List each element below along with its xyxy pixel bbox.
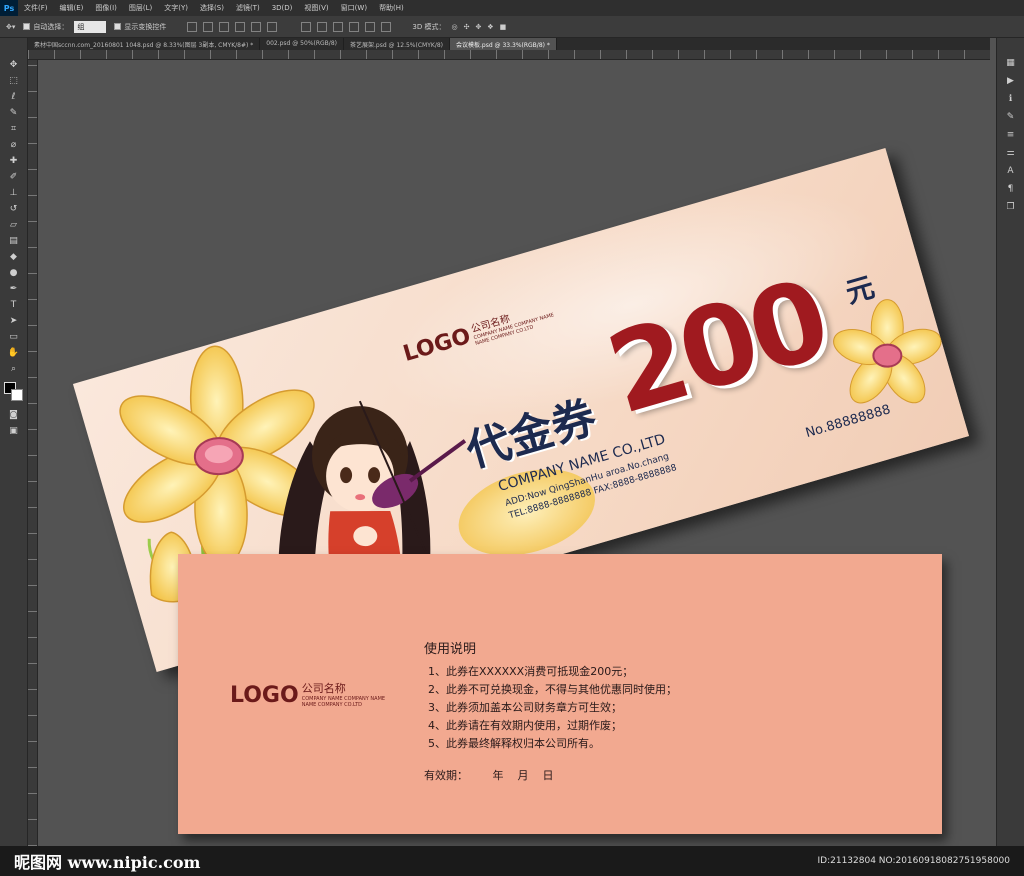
back-logo: LOGO [230, 683, 299, 708]
path-select-tool-icon[interactable]: ➤ [7, 314, 21, 328]
gradient-tool-icon[interactable]: ▤ [7, 234, 21, 248]
show-transform-checkbox[interactable] [114, 23, 122, 30]
menu-image[interactable]: 图像(I) [89, 3, 123, 13]
tab-document-2[interactable]: 002.psd @ 50%(RGB/8) [260, 38, 344, 50]
auto-select-dropdown[interactable]: 组 [74, 20, 107, 33]
align-right-icon[interactable] [267, 21, 278, 32]
info-panel-icon[interactable]: ℹ [1004, 92, 1018, 106]
rule-item-4: 4、此券请在有效期内使用，过期作废； [428, 719, 622, 732]
options-bar: ✥▾ 自动选择： 组 显示变换控件 3D 模式： ◎✣✥❖■ [0, 16, 1024, 38]
menu-help[interactable]: 帮助(H) [373, 3, 410, 13]
align-left-icon[interactable] [235, 21, 246, 32]
history-panel-icon[interactable]: ▦ [1004, 56, 1018, 70]
marquee-tool-icon[interactable]: ⬚ [7, 74, 21, 88]
back-company-block: 公司名称 COMPANY NAME COMPANY NAME NAME COMP… [302, 680, 385, 708]
validity-period: 有效期： 年 月 日 [424, 769, 554, 782]
quick-mask-icon[interactable]: ◙ [7, 408, 21, 422]
history-brush-tool-icon[interactable]: ↺ [7, 202, 21, 216]
zoom-tool-icon[interactable]: ⌕ [7, 362, 21, 376]
brush-tool-icon[interactable]: ✐ [7, 170, 21, 184]
shape-tool-icon[interactable]: ▭ [7, 330, 21, 344]
menu-edit[interactable]: 编辑(E) [54, 3, 90, 13]
brush-panel-icon[interactable]: ✎ [1004, 110, 1018, 124]
stamp-tool-icon[interactable]: ⊥ [7, 186, 21, 200]
hand-tool-icon[interactable]: ✋ [7, 346, 21, 360]
align-buttons [184, 21, 280, 32]
character-panel-icon[interactable]: A [1004, 164, 1018, 178]
eyedropper-tool-icon[interactable]: ⌀ [7, 138, 21, 152]
back-company-cn: 公司名称 [301, 682, 346, 695]
menu-filter[interactable]: 滤镜(T) [230, 3, 266, 13]
distribute-buttons [298, 21, 394, 32]
adjustments-panel-icon[interactable]: ⚌ [1004, 146, 1018, 160]
document-canvas[interactable]: LOGO 公司名称 COMPANY NAME COMPANY NAME NAME… [38, 60, 990, 846]
rule-item-3: 3、此券须加盖本公司财务章方可生效； [428, 701, 622, 714]
rule-item-1: 1、此券在XXXXXX消费可抵现金200元； [428, 665, 634, 678]
menu-type[interactable]: 文字(Y) [158, 3, 194, 13]
quick-select-tool-icon[interactable]: ✎ [7, 106, 21, 120]
rule-item-5: 5、此券最终解释权归本公司所有。 [428, 737, 600, 750]
small-yellow-flower-icon [833, 299, 942, 404]
distribute-left-icon[interactable] [349, 21, 360, 32]
screen-mode-icon[interactable]: ▣ [7, 424, 21, 438]
move-tool-icon[interactable]: ✥▾ [6, 23, 15, 31]
distribute-middle-icon[interactable] [317, 21, 328, 32]
watermark-id: ID:21132804 NO:20160918082751958000 [817, 856, 1011, 866]
photoshop-logo-icon[interactable]: Ps [0, 0, 18, 16]
distribute-top-icon[interactable] [301, 21, 312, 32]
auto-select-checkbox[interactable] [23, 23, 31, 30]
panel-dock: ▦ ▶ ℹ ✎ ≡ ⚌ A ¶ ❐ [996, 38, 1024, 876]
pen-tool-icon[interactable]: ✒ [7, 282, 21, 296]
tab-document-3[interactable]: 茶艺展架.psd @ 12.5%(CMYK/8) [344, 38, 450, 50]
auto-select-label: 自动选择： [33, 22, 69, 31]
vertical-ruler[interactable] [28, 60, 38, 846]
rule-item-2: 2、此券不可兑换现金，不得与其他优惠同时使用； [428, 683, 677, 696]
color-swatches[interactable] [3, 382, 24, 402]
menu-window[interactable]: 窗口(W) [335, 3, 373, 13]
blur-tool-icon[interactable]: ◆ [7, 250, 21, 264]
move-tool-icon[interactable]: ✥ [7, 58, 21, 72]
properties-panel-icon[interactable]: ≡ [1004, 128, 1018, 142]
distribute-right-icon[interactable] [381, 21, 392, 32]
actions-panel-icon[interactable]: ▶ [1004, 74, 1018, 88]
back-logo-block: LOGO 公司名称 COMPANY NAME COMPANY NAME NAME… [230, 680, 385, 708]
3d-mode-icons[interactable]: ◎✣✥❖■ [451, 23, 512, 31]
show-transform-label: 显示变换控件 [124, 22, 167, 31]
usage-heading: 使用说明 [424, 642, 477, 657]
align-center-icon[interactable] [251, 21, 262, 32]
back-company-en-2: NAME COMPANY CO.LTD [301, 702, 362, 708]
crop-tool-icon[interactable]: ⌗ [7, 122, 21, 136]
paragraph-panel-icon[interactable]: ¶ [1004, 182, 1018, 196]
watermark-bar: 昵图网 www.nipic.com ID:21132804 NO:2016091… [0, 846, 1024, 876]
align-bottom-icon[interactable] [219, 21, 230, 32]
menu-file[interactable]: 文件(F) [18, 3, 54, 13]
tools-panel: ✥ ⬚ ℓ ✎ ⌗ ⌀ ✚ ✐ ⊥ ↺ ▱ ▤ ◆ ● ✒ T ➤ ▭ ✋ ⌕ … [0, 38, 28, 876]
voucher-back[interactable]: LOGO 公司名称 COMPANY NAME COMPANY NAME NAME… [178, 554, 942, 834]
lasso-tool-icon[interactable]: ℓ [7, 90, 21, 104]
align-top-icon[interactable] [187, 21, 198, 32]
horizontal-ruler[interactable] [28, 50, 990, 60]
tab-document-4[interactable]: 会议模板.psd @ 33.3%(RGB/8) * [450, 38, 557, 50]
watermark-site: 昵图网 www.nipic.com [14, 853, 201, 872]
usage-instructions: 使用说明 1、此券在XXXXXX消费可抵现金200元； 2、此券不可兑换现金，不… [424, 638, 677, 783]
menu-3d[interactable]: 3D(D) [266, 4, 299, 12]
align-middle-icon[interactable] [203, 21, 214, 32]
menu-bar: Ps 文件(F) 编辑(E) 图像(I) 图层(L) 文字(Y) 选择(S) 滤… [0, 0, 1024, 16]
eraser-tool-icon[interactable]: ▱ [7, 218, 21, 232]
layers-panel-icon[interactable]: ❐ [1004, 200, 1018, 214]
menu-select[interactable]: 选择(S) [194, 3, 230, 13]
distribute-center-icon[interactable] [365, 21, 376, 32]
mode-3d-label: 3D 模式： [412, 22, 446, 31]
document-tabs: 素材中国sccnn.com_20160801 1048.psd @ 8.33%(… [28, 38, 990, 50]
background-color-swatch[interactable] [10, 389, 23, 401]
menu-layer[interactable]: 图层(L) [123, 3, 158, 13]
distribute-bottom-icon[interactable] [333, 21, 344, 32]
dodge-tool-icon[interactable]: ● [7, 266, 21, 280]
healing-tool-icon[interactable]: ✚ [7, 154, 21, 168]
type-tool-icon[interactable]: T [7, 298, 21, 312]
tab-document-1[interactable]: 素材中国sccnn.com_20160801 1048.psd @ 8.33%(… [28, 38, 261, 50]
menu-view[interactable]: 视图(V) [298, 3, 334, 13]
